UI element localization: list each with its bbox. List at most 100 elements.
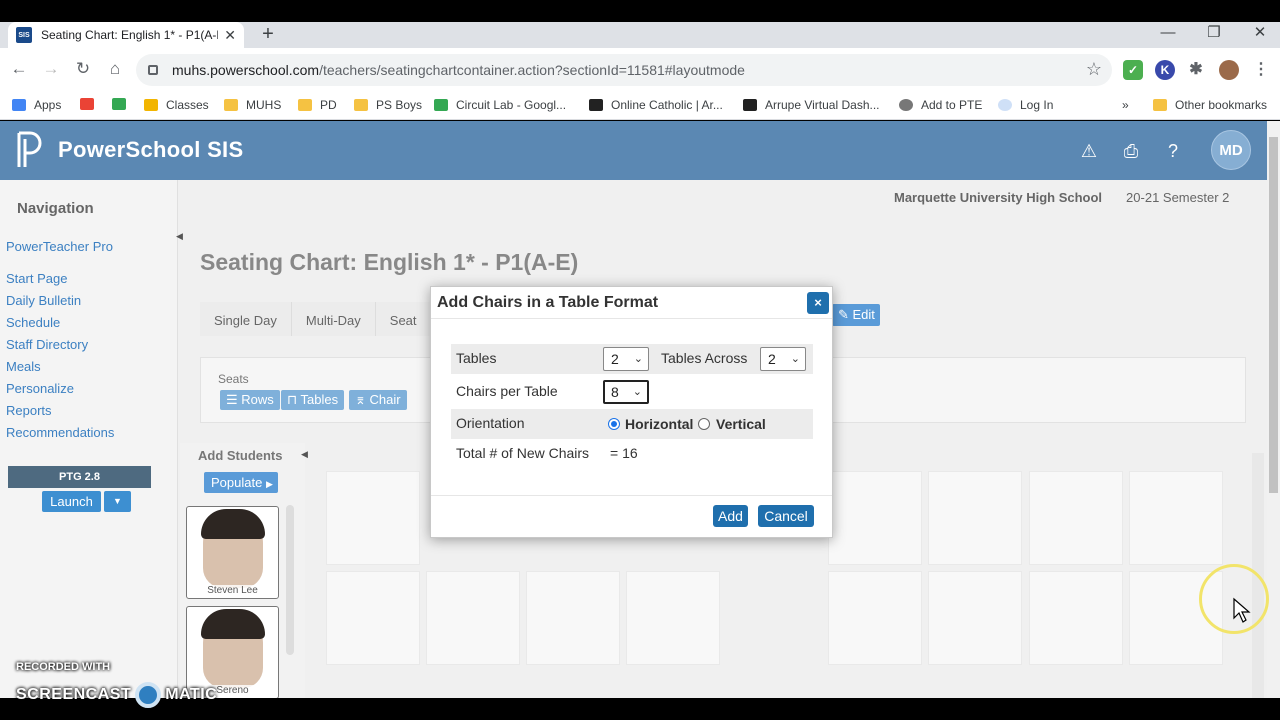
nav-link-powerteacher-pro[interactable]: PowerTeacher Pro bbox=[6, 239, 113, 254]
user-avatar[interactable]: MD bbox=[1211, 130, 1251, 170]
cancel-button[interactable]: Cancel bbox=[758, 505, 814, 527]
launch-dropdown-icon[interactable]: ▼ bbox=[104, 491, 131, 512]
drive-icon bbox=[112, 98, 126, 110]
address-bar[interactable]: muhs.powerschool.com/teachers/seatingcha… bbox=[136, 54, 1112, 86]
add-button[interactable]: Add bbox=[713, 505, 748, 527]
bookmark-classes[interactable]: Classes bbox=[144, 98, 209, 112]
scrollbar-thumb[interactable] bbox=[1269, 137, 1278, 493]
pencil-icon: ✎ bbox=[838, 307, 853, 322]
seat-cell[interactable] bbox=[1129, 471, 1223, 565]
seat-cell[interactable] bbox=[526, 571, 620, 665]
forward-icon[interactable]: → bbox=[40, 58, 62, 80]
home-icon[interactable]: ⌂ bbox=[104, 58, 126, 80]
nav-link-schedule[interactable]: Schedule bbox=[6, 315, 60, 330]
seat-cell[interactable] bbox=[828, 471, 922, 565]
bookmark-arrupe[interactable]: Arrupe Virtual Dash... bbox=[743, 98, 880, 112]
school-info: Marquette University High School 20-21 Se… bbox=[894, 190, 1229, 205]
bookmark-star-icon[interactable]: ☆ bbox=[1086, 59, 1102, 80]
vertical-radio[interactable] bbox=[698, 418, 710, 430]
new-tab-icon[interactable]: + bbox=[258, 22, 278, 48]
nav-link-staff-directory[interactable]: Staff Directory bbox=[6, 337, 88, 352]
tab-multi-day[interactable]: Multi-Day bbox=[291, 302, 376, 336]
back-icon[interactable]: ← bbox=[8, 58, 30, 80]
seat-cell[interactable] bbox=[326, 471, 420, 565]
bookmark-log-in[interactable]: Log In bbox=[998, 98, 1053, 112]
bookmark-apps[interactable]: Apps bbox=[12, 98, 61, 112]
horizontal-radio[interactable] bbox=[608, 418, 620, 430]
rows-icon: ☰ bbox=[226, 392, 242, 407]
browser-menu-icon[interactable]: ⋮ bbox=[1251, 60, 1271, 80]
nav-link-start-page[interactable]: Start Page bbox=[6, 271, 67, 286]
help-icon[interactable]: ? bbox=[1161, 139, 1185, 163]
minimize-icon[interactable]: — bbox=[1145, 22, 1191, 48]
restore-icon[interactable]: ❐ bbox=[1191, 22, 1237, 48]
vertical-label: Vertical bbox=[716, 416, 766, 432]
student-card[interactable]: Steven Lee bbox=[186, 506, 279, 599]
add-chair-button[interactable]: ⌆ Chair bbox=[349, 390, 407, 410]
seat-cell[interactable] bbox=[828, 571, 922, 665]
profile-avatar-icon[interactable] bbox=[1219, 60, 1239, 80]
bookmark-online-catholic[interactable]: Online Catholic | Ar... bbox=[589, 98, 723, 112]
collapse-sidebar-icon[interactable]: ◀ bbox=[176, 231, 183, 242]
chevron-down-icon: ⌄ bbox=[790, 353, 800, 365]
apps-grid-icon bbox=[12, 99, 26, 111]
other-bookmarks[interactable]: Other bookmarks bbox=[1153, 98, 1267, 112]
dialog-close-icon[interactable]: × bbox=[807, 292, 829, 314]
launch-button[interactable]: Launch bbox=[42, 491, 101, 512]
add-rows-button[interactable]: ☰ Rows bbox=[220, 390, 280, 410]
seat-cell[interactable] bbox=[928, 571, 1022, 665]
tables-across-value: 2 bbox=[768, 351, 776, 367]
play-icon: ▶ bbox=[265, 479, 273, 489]
browser-tab[interactable]: SIS Seating Chart: English 1* - P1(A-E) … bbox=[8, 22, 244, 48]
student-hair bbox=[201, 609, 265, 639]
add-tables-button[interactable]: ⊓ Tables bbox=[281, 390, 345, 410]
more-bookmarks-icon[interactable]: » bbox=[1122, 98, 1129, 112]
reload-icon[interactable]: ↻ bbox=[72, 58, 94, 80]
sis-favicon-icon: SIS bbox=[16, 27, 32, 43]
seat-cell[interactable] bbox=[928, 471, 1022, 565]
bookmark-pd[interactable]: PD bbox=[298, 98, 337, 112]
students-scrollbar[interactable] bbox=[286, 505, 294, 655]
bookmark-label: Apps bbox=[34, 98, 62, 112]
student-name: Steven Lee bbox=[187, 585, 278, 596]
watermark-brand-suffix: MATIC bbox=[165, 686, 218, 704]
nav-link-daily-bulletin[interactable]: Daily Bulletin bbox=[6, 293, 81, 308]
bookmark-ps-boys[interactable]: PS Boys bbox=[354, 98, 422, 112]
url-host: muhs.powerschool.com bbox=[172, 62, 320, 78]
seat-cell[interactable] bbox=[426, 571, 520, 665]
seat-cell[interactable] bbox=[626, 571, 720, 665]
tables-select[interactable]: 2 ⌄ bbox=[603, 347, 649, 371]
nav-link-recommendations[interactable]: Recommendations bbox=[6, 425, 114, 440]
tables-row: Tables 2 ⌄ Tables Across 2 ⌄ bbox=[451, 344, 813, 374]
extension-k-icon[interactable]: K bbox=[1155, 60, 1175, 80]
globe-icon bbox=[899, 99, 913, 111]
nav-link-personalize[interactable]: Personalize bbox=[6, 381, 74, 396]
edit-button[interactable]: ✎ Edit bbox=[832, 304, 880, 326]
seat-cell[interactable] bbox=[1029, 471, 1123, 565]
print-icon[interactable]: ⎙ bbox=[1119, 139, 1143, 163]
tab-close-icon[interactable]: ✕ bbox=[224, 27, 236, 44]
add-students-panel: Add Students ◀ Populate ▶ Steven Lee Ser… bbox=[180, 443, 308, 698]
nav-link-reports[interactable]: Reports bbox=[6, 403, 52, 418]
page-scrollbar[interactable] bbox=[1267, 121, 1280, 698]
bookmark-muhs[interactable]: MUHS bbox=[224, 98, 281, 112]
tables-across-select[interactable]: 2 ⌄ bbox=[760, 347, 806, 371]
extension-green-icon[interactable]: ✓ bbox=[1123, 60, 1143, 80]
tab-seat[interactable]: Seat bbox=[375, 302, 432, 336]
tab-single-day[interactable]: Single Day bbox=[200, 302, 292, 336]
bookmark-add-to-pte[interactable]: Add to PTE bbox=[899, 98, 982, 112]
bookmark-drive[interactable] bbox=[112, 98, 134, 110]
seat-cell[interactable] bbox=[326, 571, 420, 665]
collapse-students-icon[interactable]: ◀ bbox=[301, 449, 308, 460]
bookmark-gmail[interactable] bbox=[80, 98, 102, 110]
extensions-puzzle-icon[interactable]: ✱ bbox=[1186, 60, 1206, 80]
nav-link-meals[interactable]: Meals bbox=[6, 359, 41, 374]
seat-cell[interactable] bbox=[1029, 571, 1123, 665]
browser-tabstrip: SIS Seating Chart: English 1* - P1(A-E) … bbox=[0, 22, 1280, 48]
window-close-icon[interactable]: ✕ bbox=[1237, 22, 1280, 48]
populate-button[interactable]: Populate ▶ bbox=[204, 472, 278, 493]
chairs-select[interactable]: 8 ⌄ bbox=[603, 380, 649, 404]
bookmark-circuit-lab[interactable]: Circuit Lab - Googl... bbox=[434, 98, 566, 112]
alert-icon[interactable]: ⚠ bbox=[1077, 139, 1101, 163]
bookmark-label: MUHS bbox=[246, 98, 282, 112]
